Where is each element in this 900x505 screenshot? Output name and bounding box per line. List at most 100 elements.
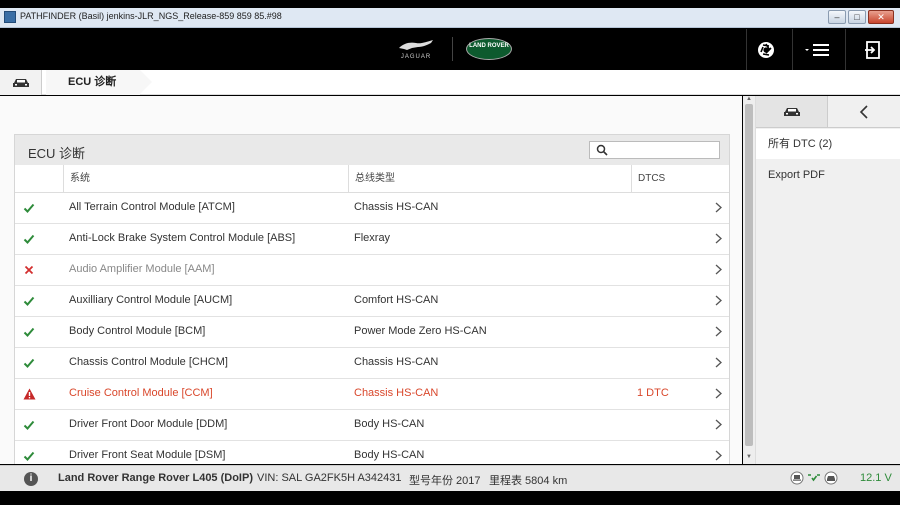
bus-type: Comfort HS-CAN [354, 294, 439, 306]
check-icon [23, 203, 35, 213]
bus-type: Body HS-CAN [354, 449, 425, 461]
car-icon [783, 107, 800, 116]
status-indicator [22, 325, 36, 339]
check-icon [23, 358, 35, 368]
bus-type: Power Mode Zero HS-CAN [354, 325, 487, 337]
header-separator [845, 29, 846, 70]
ecu-name: Cruise Control Module [CCM] [69, 387, 213, 399]
table-row[interactable]: Chassis Control Module [CHCM] Chassis HS-… [15, 348, 729, 379]
jaguar-logo: JAGUAR [392, 35, 440, 63]
ecu-name: Audio Amplifier Module [AAM] [69, 263, 215, 275]
camera-shutter-icon [758, 41, 774, 58]
chevron-right-icon [715, 357, 722, 368]
app-header: JAGUAR LAND ROVER [0, 29, 900, 70]
ecu-name: Body Control Module [BCM] [69, 325, 206, 337]
ecu-panel: ECU 诊断 系统 总线类型 DTCS All Terrain Control … [14, 134, 730, 464]
window-title: PATHFINDER (Basil) jenkins-JLR_NGS_Relea… [20, 11, 282, 21]
table-row[interactable]: Anti-Lock Brake System Control Module [A… [15, 224, 729, 255]
chevron-right-icon [715, 450, 722, 461]
odometer: 里程表 5804 km [489, 475, 568, 487]
status-indicator [22, 387, 36, 401]
check-icon [23, 296, 35, 306]
laptop-icon [790, 471, 804, 485]
menu-button[interactable] [794, 29, 840, 70]
scroll-up-arrow[interactable]: ▲ [746, 96, 752, 102]
header-separator [792, 29, 793, 70]
warning-icon [23, 388, 35, 400]
status-indicator [22, 294, 36, 308]
brand-divider [452, 37, 453, 61]
column-dtcs[interactable]: DTCS [631, 165, 727, 193]
table-row[interactable]: Body Control Module [BCM] Power Mode Zero… [15, 317, 729, 348]
scrollbar-thumb[interactable] [745, 104, 753, 446]
bus-type: Flexray [354, 232, 391, 244]
vin-label: VIN: SAL GA2FK5H A342431 [257, 472, 402, 484]
check-icon [23, 420, 35, 430]
breadcrumb-home[interactable] [0, 70, 42, 95]
app-icon [4, 11, 16, 23]
status-indicator [22, 263, 36, 277]
check-icon [23, 234, 35, 244]
bus-type: Chassis HS-CAN [354, 356, 439, 368]
bus-type: Body HS-CAN [354, 418, 425, 430]
chevron-right-icon [715, 419, 722, 430]
table-row[interactable]: Driver Front Door Module [DDM] Body HS-CA… [15, 410, 729, 441]
table-row[interactable]: Audio Amplifier Module [AAM] [15, 255, 729, 286]
model-year: 型号年份 2017 [409, 475, 481, 487]
check-icon [23, 327, 35, 337]
status-indicator [22, 232, 36, 246]
ecu-name: All Terrain Control Module [ATCM] [69, 201, 235, 213]
breadcrumb-current: ECU 诊断 [46, 70, 153, 95]
app-window: PATHFINDER (Basil) jenkins-JLR_NGS_Relea… [0, 0, 900, 505]
chevron-right-icon [715, 326, 722, 337]
ecu-name: Chassis Control Module [CHCM] [69, 356, 228, 368]
scrollbar[interactable]: ▲ ▼ [743, 96, 755, 464]
dtc-count: 1 DTC [637, 387, 669, 399]
collapse-panel-button[interactable] [828, 96, 900, 128]
export-pdf-item[interactable]: Export PDF [756, 160, 900, 190]
main-content: ECU 诊断 系统 总线类型 DTCS All Terrain Control … [0, 96, 742, 464]
status-bar: i Land Rover Range Rover L405 (DoIP) VIN… [0, 465, 900, 491]
chevron-right-icon [715, 233, 722, 244]
search-input[interactable] [589, 141, 720, 159]
chevron-left-icon [859, 104, 868, 119]
table-row[interactable]: All Terrain Control Module [ATCM] Chassis… [15, 193, 729, 224]
table-row[interactable]: Driver Front Seat Module [DSM] Body HS-CA… [15, 441, 729, 464]
menu-icon [805, 43, 829, 56]
panel-header: ECU 诊断 [15, 135, 729, 165]
exit-button[interactable] [852, 29, 894, 70]
camera-shutter-button[interactable] [746, 29, 786, 70]
column-status [15, 165, 63, 193]
table-row[interactable]: Auxilliary Control Module [AUCM] Comfort … [15, 286, 729, 317]
check-icon [23, 451, 35, 461]
breadcrumb: ECU 诊断 [0, 70, 900, 95]
close-window-button[interactable]: ✕ [868, 10, 894, 24]
jaguar-leaper-icon [399, 40, 433, 50]
tab-vehicle[interactable] [756, 96, 828, 128]
column-system[interactable]: 系统 [63, 165, 348, 193]
ecu-name: Driver Front Seat Module [DSM] [69, 449, 226, 461]
status-indicator [22, 449, 36, 463]
scroll-down-arrow[interactable]: ▼ [746, 454, 752, 460]
cross-icon [24, 265, 34, 275]
all-dtc-item[interactable]: 所有 DTC (2) [756, 129, 900, 159]
ecu-table: All Terrain Control Module [ATCM] Chassis… [15, 193, 729, 464]
chevron-right-icon [715, 202, 722, 213]
status-indicator [22, 418, 36, 432]
maximize-button[interactable]: □ [848, 10, 866, 24]
ecu-name: Auxilliary Control Module [AUCM] [69, 294, 233, 306]
status-indicator [22, 201, 36, 215]
side-tabs [756, 96, 900, 128]
table-row[interactable]: Cruise Control Module [CCM] Chassis HS-CA… [15, 379, 729, 410]
connected-check-icon [808, 474, 820, 482]
chevron-right-icon [715, 264, 722, 275]
column-bus-type[interactable]: 总线类型 [348, 165, 631, 193]
vehicle-connection-icon [824, 471, 838, 485]
car-icon [12, 78, 29, 87]
window-titlebar: PATHFINDER (Basil) jenkins-JLR_NGS_Relea… [0, 8, 900, 28]
info-icon[interactable]: i [24, 472, 38, 486]
vehicle-name: Land Rover Range Rover L405 (DoIP) [58, 472, 253, 484]
minimize-button[interactable]: – [828, 10, 846, 24]
connection-status [790, 471, 838, 485]
window-controls: – □ ✕ [828, 10, 894, 24]
